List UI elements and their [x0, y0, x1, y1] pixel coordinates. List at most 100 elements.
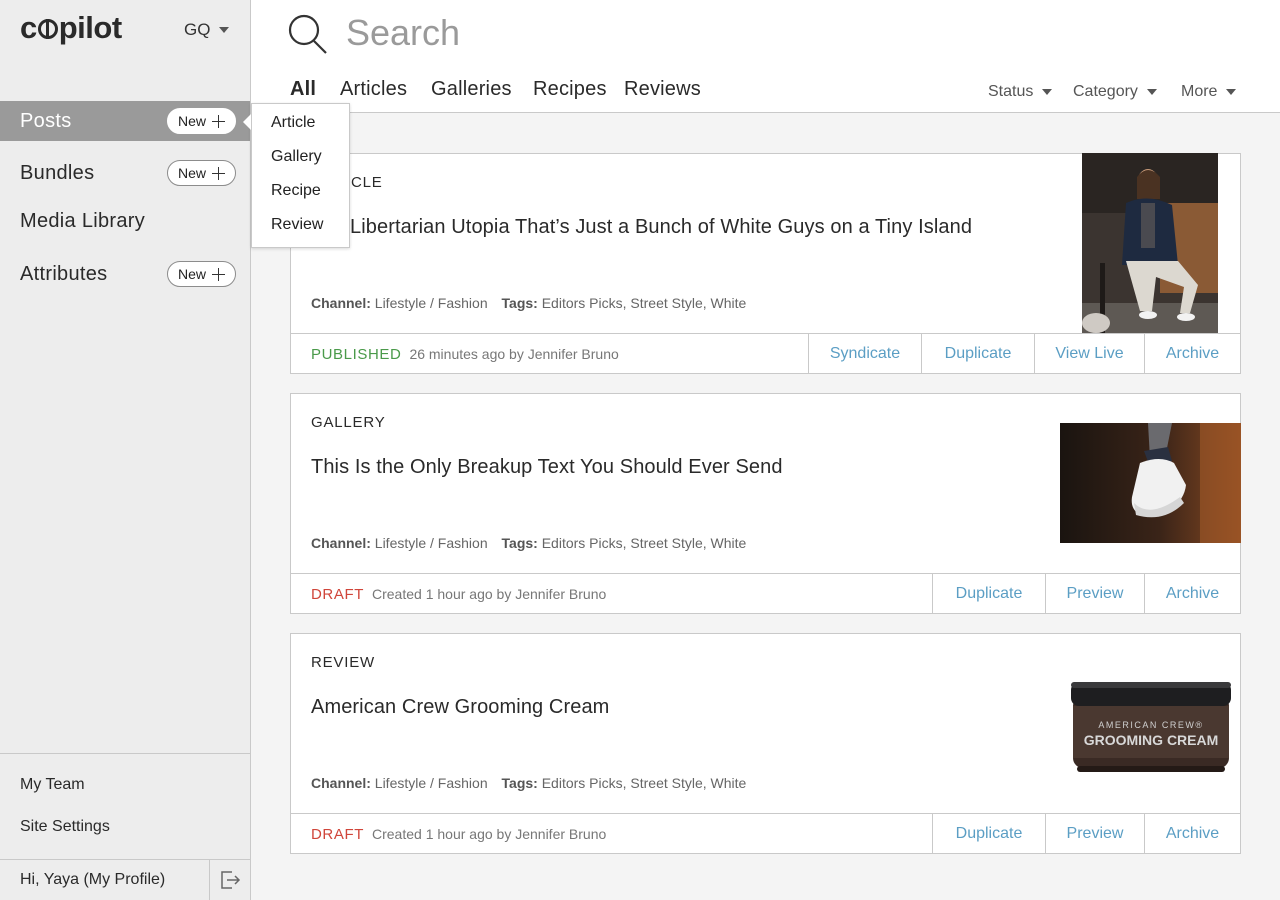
sidebar-item-posts[interactable]: Posts New	[0, 101, 250, 141]
duplicate-button[interactable]: Duplicate	[921, 334, 1034, 373]
sidebar-item-bundles[interactable]: Bundles New	[0, 153, 250, 193]
brand-selector[interactable]: GQ	[184, 20, 230, 40]
status-filter-label: Status	[988, 83, 1034, 100]
logout-button[interactable]	[209, 860, 250, 900]
sidebar-item-attributes[interactable]: Attributes New	[0, 254, 250, 294]
post-type-label: REVIEW	[311, 654, 375, 671]
post-card-footer: DRAFT Created 1 hour ago by Jennifer Brun…	[291, 573, 1240, 613]
tags-value: Editors Picks, Street Style, White	[541, 775, 747, 791]
sidebar: c pilot GQ Posts New Bundles New Media Li…	[0, 0, 251, 900]
tags-value: Editors Picks, Street Style, White	[541, 295, 747, 311]
status-label: DRAFT	[311, 826, 364, 843]
product-brand-text: AMERICAN CREW®	[1098, 720, 1203, 730]
tab-galleries[interactable]: Galleries	[431, 78, 512, 101]
post-card-footer: PUBLISHED 26 minutes ago by Jennifer Brun…	[291, 333, 1240, 373]
post-type-label: GALLERY	[311, 414, 386, 431]
new-bundle-button[interactable]: New	[167, 160, 236, 186]
my-team-link[interactable]: My Team	[20, 776, 85, 794]
menu-item-article[interactable]: Article	[271, 114, 315, 132]
post-meta: Channel: Lifestyle / Fashion Tags: Edito…	[311, 295, 746, 311]
man-seated-photo	[1082, 153, 1218, 333]
new-button-label: New	[177, 113, 206, 129]
post-meta: Channel: Lifestyle / Fashion Tags: Edito…	[311, 775, 746, 791]
channel-label: Channel:	[311, 775, 371, 791]
chevron-down-icon	[1226, 89, 1237, 95]
channel-label: Channel:	[311, 535, 371, 551]
post-title[interactable]: This Is the Only Breakup Text You Should…	[311, 456, 783, 479]
new-attribute-button[interactable]: New	[167, 261, 236, 287]
status-badge: PUBLISHED 26 minutes ago by Jennifer Brun…	[311, 346, 619, 363]
post-type-label: CLE	[351, 174, 383, 191]
post-card: REVIEW American Crew Grooming Cream Chan…	[290, 633, 1241, 854]
new-post-button[interactable]: New	[167, 108, 236, 134]
post-thumbnail[interactable]	[1060, 423, 1241, 543]
post-thumbnail[interactable]: AMERICAN CREW® GROOMING CREAM	[1071, 678, 1231, 774]
post-card: CLE Libertarian Utopia That’s Just a Bun…	[290, 153, 1241, 374]
sidebar-item-label: Media Library	[20, 209, 146, 232]
grooming-cream-jar-photo: AMERICAN CREW® GROOMING CREAM	[1071, 682, 1231, 772]
menu-item-recipe[interactable]: Recipe	[271, 182, 321, 200]
chevron-down-icon	[219, 27, 230, 33]
logo-o-mark	[37, 19, 58, 39]
channel-label: Channel:	[311, 295, 371, 311]
status-info: 26 minutes ago by Jennifer Bruno	[409, 346, 619, 362]
copilot-logo[interactable]: c pilot	[20, 10, 122, 46]
status-label: DRAFT	[311, 586, 364, 603]
archive-button[interactable]: Archive	[1144, 814, 1240, 853]
channel-value: Lifestyle / Fashion	[374, 775, 488, 791]
syndicate-button[interactable]: Syndicate	[808, 334, 921, 373]
tab-reviews[interactable]: Reviews	[624, 78, 701, 101]
category-filter-label: Category	[1073, 83, 1138, 100]
new-button-label: New	[177, 165, 206, 181]
plus-icon	[212, 267, 225, 281]
site-settings-link[interactable]: Site Settings	[20, 818, 110, 836]
sidebar-footer-divider	[0, 753, 250, 754]
sidebar-item-label: Attributes	[20, 262, 108, 285]
status-label: PUBLISHED	[311, 346, 402, 363]
preview-button[interactable]: Preview	[1045, 814, 1144, 853]
post-card: GALLERY This Is the Only Breakup Text Yo…	[290, 393, 1241, 614]
channel-value: Lifestyle / Fashion	[374, 535, 488, 551]
product-name-text: GROOMING CREAM	[1084, 732, 1219, 748]
main-header: All Articles Galleries Recipes Reviews S…	[251, 0, 1280, 113]
status-info: Created 1 hour ago by Jennifer Bruno	[372, 826, 607, 842]
category-filter[interactable]: Category	[1073, 83, 1157, 101]
post-title[interactable]: American Crew Grooming Cream	[311, 696, 609, 719]
tab-recipes[interactable]: Recipes	[533, 78, 607, 101]
duplicate-button[interactable]: Duplicate	[932, 814, 1045, 853]
view-live-button[interactable]: View Live	[1034, 334, 1144, 373]
logout-icon	[221, 871, 241, 889]
post-card-body: GALLERY This Is the Only Breakup Text Yo…	[291, 394, 1241, 573]
post-title[interactable]: Libertarian Utopia That’s Just a Bunch o…	[350, 216, 972, 239]
status-badge: DRAFT Created 1 hour ago by Jennifer Brun…	[311, 826, 606, 843]
chevron-down-icon	[1042, 89, 1053, 95]
post-card-body: CLE Libertarian Utopia That’s Just a Bun…	[291, 153, 1240, 333]
tab-all[interactable]: All	[290, 78, 316, 101]
post-meta: Channel: Lifestyle / Fashion Tags: Edito…	[311, 535, 746, 551]
tags-value: Editors Picks, Street Style, White	[541, 535, 747, 551]
archive-button[interactable]: Archive	[1144, 574, 1240, 613]
my-profile-link[interactable]: Hi, Yaya (My Profile)	[20, 871, 165, 889]
profile-bar: Hi, Yaya (My Profile)	[0, 859, 250, 900]
menu-item-gallery[interactable]: Gallery	[271, 148, 322, 166]
chevron-down-icon	[1146, 89, 1157, 95]
duplicate-button[interactable]: Duplicate	[932, 574, 1045, 613]
post-card-body: REVIEW American Crew Grooming Cream Chan…	[291, 634, 1240, 813]
tags-label: Tags:	[501, 535, 538, 551]
preview-button[interactable]: Preview	[1045, 574, 1144, 613]
sidebar-item-label: Posts	[20, 109, 72, 132]
status-badge: DRAFT Created 1 hour ago by Jennifer Brun…	[311, 586, 606, 603]
menu-item-review[interactable]: Review	[271, 216, 323, 234]
archive-button[interactable]: Archive	[1144, 334, 1240, 373]
new-button-label: New	[177, 266, 206, 282]
tab-articles[interactable]: Articles	[340, 78, 407, 101]
more-filter-label: More	[1181, 83, 1218, 100]
more-filter[interactable]: More	[1181, 83, 1237, 101]
search-input[interactable]	[346, 8, 946, 58]
status-filter[interactable]: Status	[988, 83, 1053, 101]
sidebar-item-media-library[interactable]: Media Library	[0, 201, 250, 241]
tags-label: Tags:	[501, 775, 538, 791]
search-icon	[288, 14, 327, 54]
plus-icon	[212, 166, 225, 180]
post-thumbnail[interactable]	[1082, 153, 1218, 333]
